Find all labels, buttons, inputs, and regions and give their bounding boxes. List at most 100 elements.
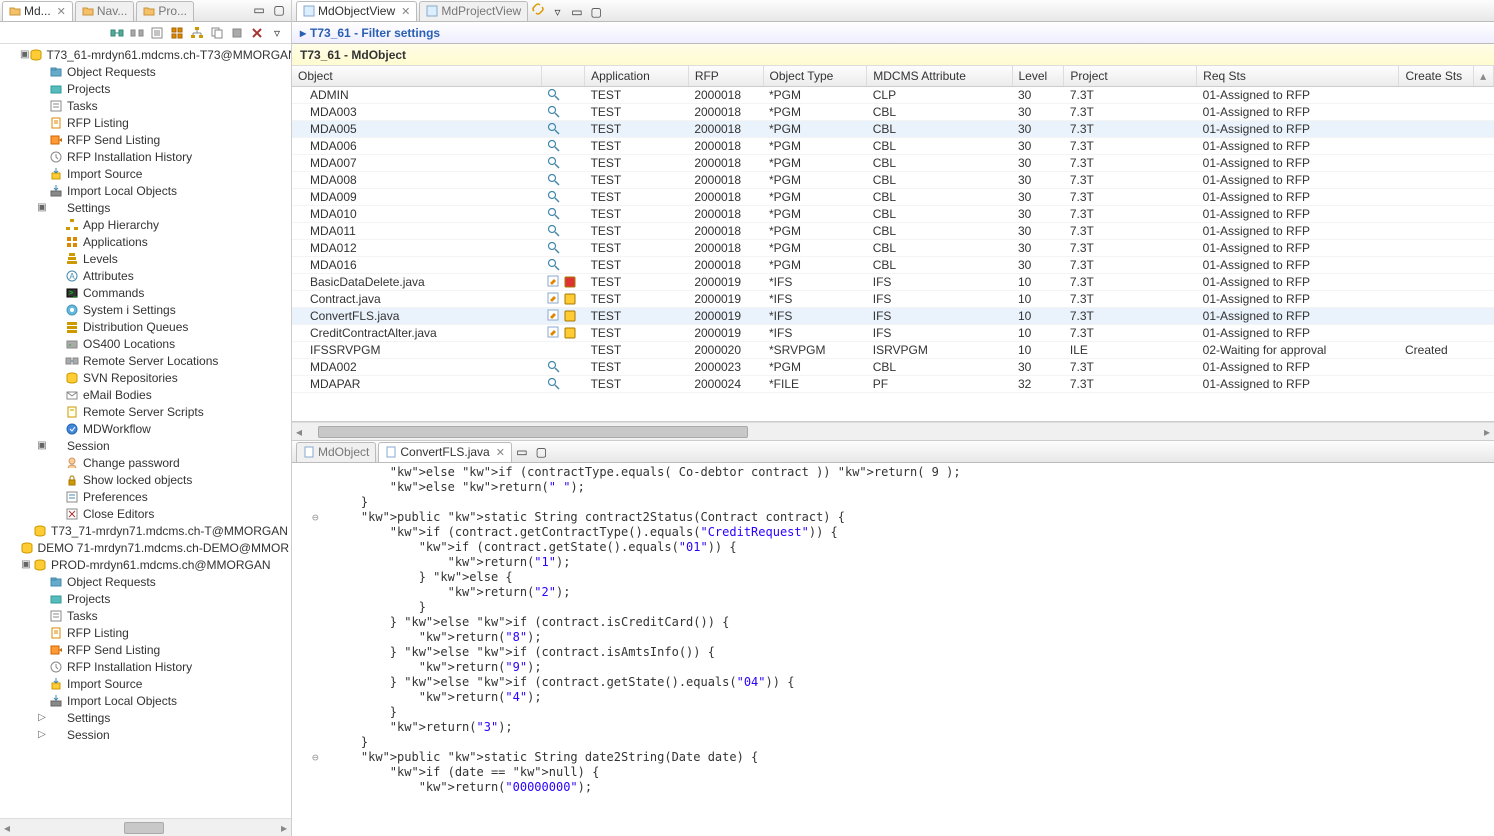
tree-item[interactable]: Levels — [2, 250, 289, 267]
close-icon[interactable]: ✕ — [57, 5, 66, 18]
table-row[interactable]: BasicDataDelete.javaTEST2000019*IFSIFS10… — [292, 274, 1494, 291]
code-line[interactable]: } "kw">else "kw">if (contract.isCreditCa… — [332, 615, 1494, 630]
tree-item[interactable]: AAttributes — [2, 267, 289, 284]
filter-bar[interactable]: ▸T73_61 - Filter settings — [292, 22, 1494, 44]
view-menu-icon[interactable]: ▿ — [550, 4, 566, 20]
edit-icon[interactable] — [547, 326, 561, 340]
tree-item[interactable]: DEMO 71-mrdyn71.mdcms.ch-DEMO@MMOR — [2, 539, 289, 556]
table-row[interactable]: MDA009TEST2000018*PGMCBL307.3T01-Assigne… — [292, 189, 1494, 206]
table-row[interactable]: MDAPARTEST2000024*FILEPF327.3T01-Assigne… — [292, 376, 1494, 393]
tree-item[interactable]: Import Local Objects — [2, 182, 289, 199]
code-line[interactable]: "kw">return("8"); — [332, 630, 1494, 645]
twisty-icon[interactable]: ▷ — [36, 712, 48, 723]
code-editor[interactable]: "kw">else "kw">if (contractType.equals( … — [292, 463, 1494, 836]
table-row[interactable]: MDA008TEST2000018*PGMCBL307.3T01-Assigne… — [292, 172, 1494, 189]
tree-item[interactable]: RFP Listing — [2, 624, 289, 641]
edit-icon[interactable] — [547, 292, 561, 306]
cell-icons[interactable] — [541, 189, 585, 206]
tree-item[interactable]: RFP Installation History — [2, 148, 289, 165]
left-tab[interactable]: Pro... — [136, 1, 194, 21]
col-header[interactable]: Level — [1012, 66, 1064, 87]
col-header[interactable]: MDCMS Attribute — [867, 66, 1012, 87]
magnify-icon[interactable] — [547, 241, 561, 255]
edit-icon[interactable] — [547, 275, 561, 289]
tree-item[interactable]: Tasks — [2, 97, 289, 114]
code-line[interactable]: "kw">if (contract.getContractType().equa… — [332, 525, 1494, 540]
cell-icons[interactable] — [541, 240, 585, 257]
magnify-icon[interactable] — [547, 377, 561, 391]
tree-item[interactable]: System i Settings — [2, 301, 289, 318]
table-row[interactable]: ADMINTEST2000018*PGMCLP307.3T01-Assigned… — [292, 87, 1494, 104]
code-line[interactable]: } "kw">else "kw">if (contract.getState()… — [332, 675, 1494, 690]
tree-item[interactable]: SVN Repositories — [2, 369, 289, 386]
minimize-icon[interactable]: ▭ — [514, 444, 530, 460]
left-hscroll[interactable]: ◂▸ — [0, 818, 291, 836]
code-line[interactable]: ⊖ "kw">public "kw">static String date2St… — [332, 750, 1494, 765]
magnify-icon[interactable] — [547, 207, 561, 221]
table-row[interactable]: MDA016TEST2000018*PGMCBL307.3T01-Assigne… — [292, 257, 1494, 274]
tree-item[interactable]: ▷Session — [2, 726, 289, 743]
twisty-icon[interactable]: ▣ — [36, 202, 48, 213]
cell-icons[interactable] — [541, 155, 585, 172]
tree-item[interactable]: Preferences — [2, 488, 289, 505]
magnify-icon[interactable] — [547, 139, 561, 153]
tool-disconnect-icon[interactable] — [129, 25, 145, 41]
code-line[interactable]: "kw">return("00000000"); — [332, 780, 1494, 795]
cell-icons[interactable] — [541, 87, 585, 104]
tree-item[interactable]: T73_71-mrdyn71.mdcms.ch-T@MMORGAN — [2, 522, 289, 539]
tree-item[interactable]: Projects — [2, 80, 289, 97]
link-icon[interactable] — [530, 1, 546, 17]
editor-tab[interactable]: MdObject — [296, 442, 376, 462]
table-row[interactable]: IFSSRVPGMTEST2000020*SRVPGMISRVPGM10ILE0… — [292, 342, 1494, 359]
cell-icons[interactable] — [541, 104, 585, 121]
tree-item[interactable]: eMail Bodies — [2, 386, 289, 403]
tool-stop-icon[interactable] — [229, 25, 245, 41]
code-line[interactable]: "kw">if (contract.getState().equals("01"… — [332, 540, 1494, 555]
cell-icons[interactable] — [541, 274, 585, 291]
tree-item[interactable]: >_Commands — [2, 284, 289, 301]
table-row[interactable]: MDA012TEST2000018*PGMCBL307.3T01-Assigne… — [292, 240, 1494, 257]
code-line[interactable]: "kw">else "kw">if (contractType.equals( … — [332, 465, 1494, 480]
table-row[interactable]: MDA007TEST2000018*PGMCBL307.3T01-Assigne… — [292, 155, 1494, 172]
magnify-icon[interactable] — [547, 224, 561, 238]
table-row[interactable]: ConvertFLS.javaTEST2000019*IFSIFS107.3T0… — [292, 308, 1494, 325]
table-row[interactable]: CreditContractAlter.javaTEST2000019*IFSI… — [292, 325, 1494, 342]
cell-icons[interactable] — [541, 121, 585, 138]
fold-icon[interactable]: ⊖ — [312, 750, 319, 765]
twisty-icon[interactable]: ▷ — [36, 729, 48, 740]
object-table-wrap[interactable]: ObjectApplicationRFPObject TypeMDCMS Att… — [292, 66, 1494, 422]
tree-item[interactable]: RFP Send Listing — [2, 131, 289, 148]
table-row[interactable]: MDA003TEST2000018*PGMCBL307.3T01-Assigne… — [292, 104, 1494, 121]
magnify-icon[interactable] — [547, 156, 561, 170]
maximize-icon[interactable]: ▢ — [533, 444, 549, 460]
cell-icons[interactable] — [541, 291, 585, 308]
tree-item[interactable]: Distribution Queues — [2, 318, 289, 335]
tree-item[interactable]: Import Source — [2, 675, 289, 692]
code-line[interactable]: } — [332, 705, 1494, 720]
tree-item[interactable]: App Hierarchy — [2, 216, 289, 233]
table-row[interactable]: MDA010TEST2000018*PGMCBL307.3T01-Assigne… — [292, 206, 1494, 223]
magnify-icon[interactable] — [547, 88, 561, 102]
left-tab[interactable]: Md...✕ — [2, 1, 73, 21]
tree-item[interactable]: ▣PROD-mrdyn61.mdcms.ch@MMORGAN — [2, 556, 289, 573]
cell-icons[interactable] — [541, 223, 585, 240]
cell-icons[interactable] — [541, 325, 585, 342]
magnify-icon[interactable] — [547, 360, 561, 374]
tree-item[interactable]: RFP Listing — [2, 114, 289, 131]
col-header[interactable] — [541, 66, 585, 87]
code-line[interactable]: "kw">return("9"); — [332, 660, 1494, 675]
cell-icons[interactable] — [541, 206, 585, 223]
nav-tree[interactable]: ▣T73_61-mrdyn61.mdcms.ch-T73@MMORGANObje… — [0, 44, 291, 818]
tool-list-icon[interactable] — [149, 25, 165, 41]
close-icon[interactable]: ✕ — [496, 446, 505, 459]
magnify-icon[interactable] — [547, 258, 561, 272]
tree-item[interactable]: ▣Session — [2, 437, 289, 454]
col-header[interactable]: Application — [585, 66, 689, 87]
tool-grid-icon[interactable] — [169, 25, 185, 41]
tree-item[interactable]: MDWorkflow — [2, 420, 289, 437]
magnify-icon[interactable] — [547, 105, 561, 119]
code-line[interactable]: } "kw">else { — [332, 570, 1494, 585]
tree-item[interactable]: RFP Installation History — [2, 658, 289, 675]
code-line[interactable]: } "kw">else "kw">if (contract.isAmtsInfo… — [332, 645, 1494, 660]
col-header[interactable]: Object — [292, 66, 541, 87]
